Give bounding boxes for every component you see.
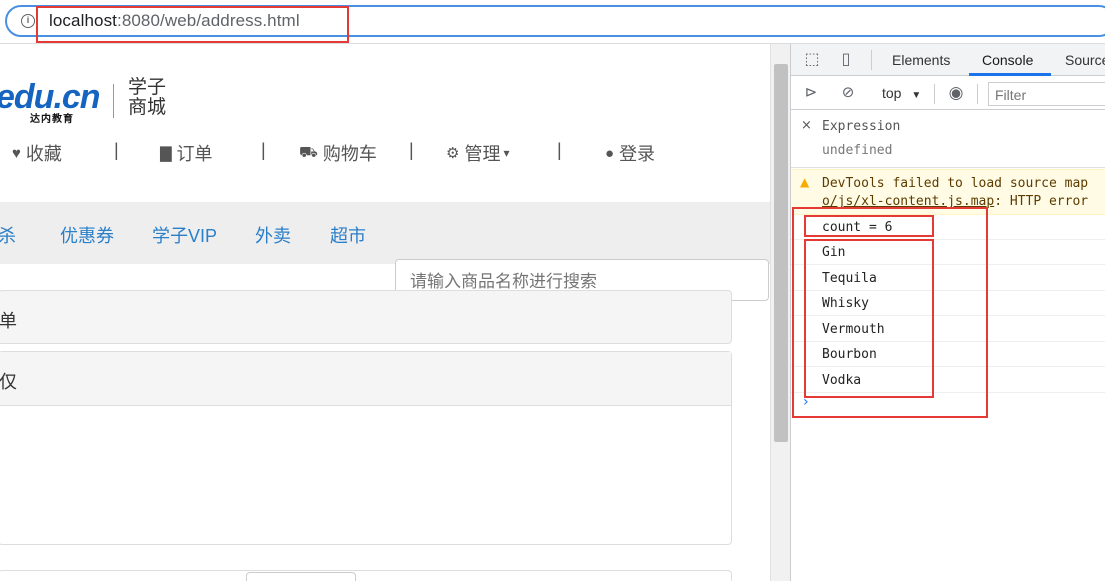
nav-orders-label: 订单 [176,144,213,164]
logo-text-line2: 商城 [128,97,167,118]
nav-separator: | [261,140,266,160]
logo-divider [113,84,114,118]
category-vip[interactable]: 学子VIP [152,222,217,248]
console-toolbar: ⊳ ⊘ top ▼ ◉ [791,76,1105,110]
chevron-down-icon: ▼ [911,90,922,101]
toolbar-divider [977,84,978,104]
toolbar-divider [871,50,872,70]
mini-input[interactable] [246,572,356,581]
chevron-down-icon: ▾ [503,146,510,160]
panel-2: 仅 [0,351,732,545]
category-bar: 杀 优惠券 学子VIP 外卖 超市 [0,202,770,264]
category-seckill[interactable]: 杀 [0,222,16,248]
panel-2-header: 仅 [0,352,731,406]
eye-icon[interactable]: ◉ [947,84,965,102]
nav-cart-label: 购物车 [322,144,377,164]
filter-input[interactable] [995,87,1105,103]
context-selector[interactable]: top ▼ [882,85,921,101]
nav-login[interactable]: ● 登录 [605,140,655,166]
sidebar-toggle-icon[interactable]: ⊳ [802,84,820,102]
category-takeout[interactable]: 外卖 [255,222,291,248]
annotation-box-url [36,6,349,43]
category-supermarket[interactable]: 超市 [330,222,366,248]
file-icon: ▇ [160,145,172,162]
nav-separator: | [114,140,119,160]
nav-login-label: 登录 [619,144,656,164]
annotation-box-output [792,207,988,418]
tab-console[interactable]: Console [982,52,1033,68]
nav-favorites-label: 收藏 [25,144,62,164]
logo-text: 学子 商城 [128,78,166,118]
nav-separator: | [409,140,414,160]
clear-console-icon[interactable]: ⊘ [839,84,857,102]
expression-value: undefined [822,143,893,158]
expression-label[interactable]: Expression [822,119,900,134]
warning-text-rest: : HTTP error [994,194,1089,209]
context-label: top [882,85,902,101]
warning-text-line1: DevTools failed to load source map [822,176,1089,191]
nav-orders[interactable]: ▇ 订单 [160,140,213,166]
web-page: edu.cn 达内教育 学子 商城 ♥ 收藏 | ▇ 订单 | ⛟ 购物车 | … [0,44,770,581]
tab-elements[interactable]: Elements [892,52,950,68]
logo-subtitle: 达内教育 [30,114,74,125]
nav-manage[interactable]: ⚙ 管理 ▾ [446,140,509,166]
logo-text-line1: 学子 [128,77,167,98]
nav-favorites[interactable]: ♥ 收藏 [12,140,62,166]
panel-2-title: 仅 [0,372,17,392]
page-scrollbar[interactable] [770,44,790,581]
user-icon: ● [605,144,615,162]
tab-sources[interactable]: Source [1065,52,1105,68]
panel-1-title: 单 [0,311,17,331]
scrollbar-thumb[interactable] [774,64,788,442]
filter-box[interactable] [988,82,1105,106]
nav-manage-label: 管理 [464,144,501,164]
panel-1: 单 [0,290,732,344]
device-toolbar-icon[interactable]: ▯ [837,51,855,69]
toolbar-divider [934,84,935,104]
close-icon[interactable]: × [801,118,812,133]
category-coupon[interactable]: 优惠券 [60,222,114,248]
nav-cart[interactable]: ⛟ 购物车 [299,140,377,166]
cart-icon: ⛟ [299,143,318,161]
heart-icon: ♥ [12,144,21,162]
inspect-element-icon[interactable]: ⬚ [803,51,821,69]
gear-icon: ⚙ [446,145,460,162]
nav-separator: | [557,140,562,160]
search-input[interactable] [410,272,750,292]
live-expression: × Expression undefined [791,112,1105,168]
devtools-tabbar: ⬚ ▯ Elements Console Source [791,44,1105,76]
info-icon[interactable]: i [21,14,35,28]
warning-icon: ▲ [800,175,810,189]
panel-3 [0,570,732,581]
